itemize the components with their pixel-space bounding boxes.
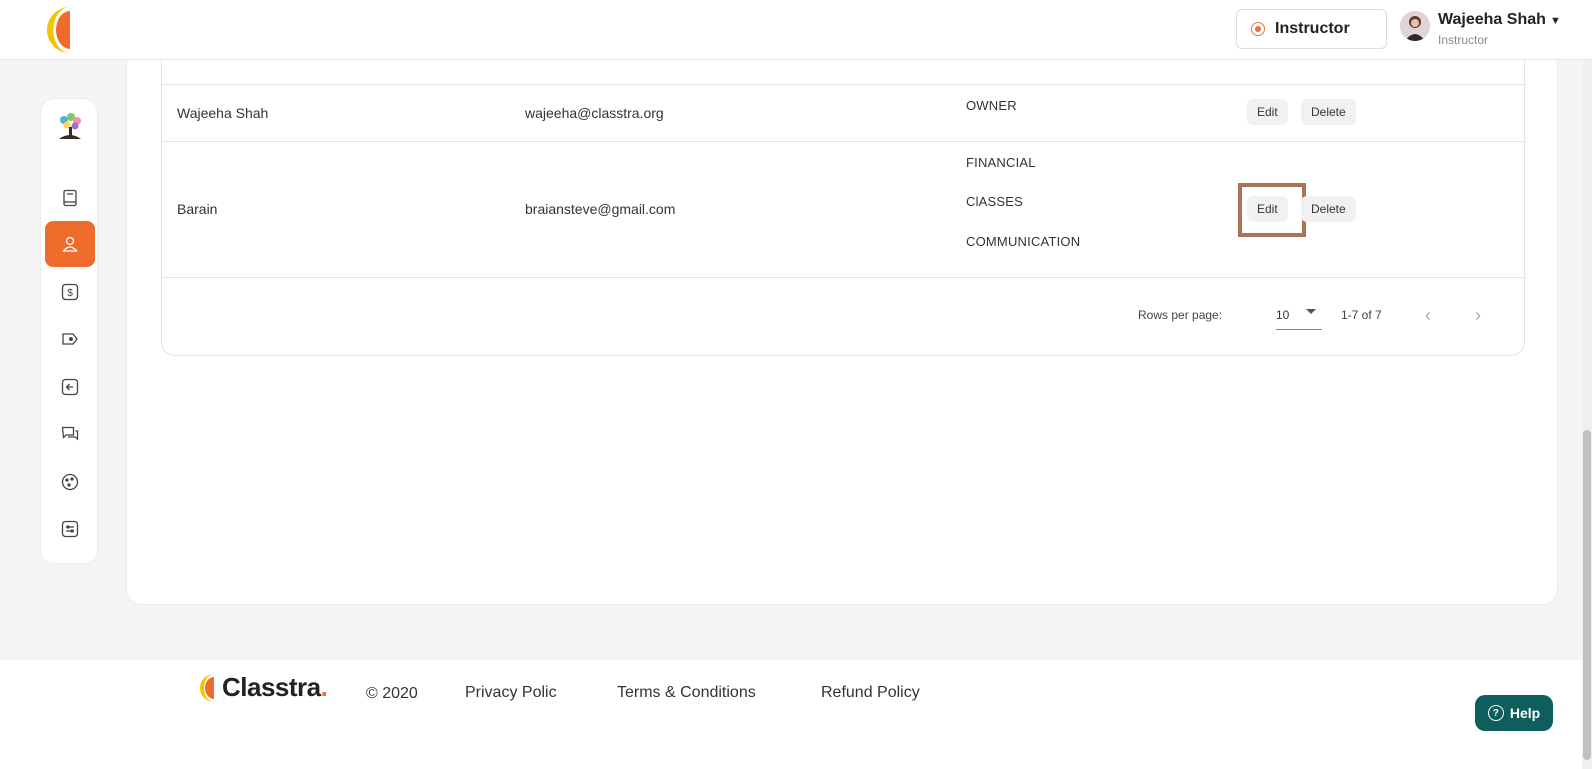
delete-button[interactable]: Delete: [1301, 99, 1356, 125]
svg-text:$: $: [67, 288, 73, 299]
edit-button[interactable]: Edit: [1247, 196, 1288, 222]
permission-label: ClASSES: [966, 194, 1024, 209]
settings-list-icon: [61, 520, 79, 538]
chat-icon: [61, 426, 79, 441]
chevron-left-icon[interactable]: ‹: [1425, 306, 1431, 324]
top-bar: Instructor Wajeeha Shah ▼ Instructor: [0, 0, 1592, 60]
user-icon: [62, 236, 78, 252]
footer: Classtra. © 2020 Privacy Polic Terms & C…: [0, 660, 1592, 769]
sidebar-item-courses[interactable]: [45, 175, 95, 221]
tag-icon: [62, 333, 78, 345]
sidebar-item-users[interactable]: [45, 221, 95, 267]
user-name-cell: Wajeeha Shah: [177, 105, 269, 121]
palette-icon: [61, 473, 79, 491]
user-email-cell: wajeeha@classtra.org: [525, 105, 664, 121]
scrollbar-thumb[interactable]: [1583, 430, 1591, 760]
avatar[interactable]: [1400, 11, 1430, 41]
rows-per-page-label: Rows per page:: [1138, 308, 1223, 322]
caret-down-icon: [1306, 309, 1316, 314]
tree-logo-icon[interactable]: [55, 111, 85, 143]
role-switch-button[interactable]: Instructor: [1236, 9, 1387, 49]
permission-label: FINANCIAL: [966, 155, 1036, 170]
radio-icon: [1251, 22, 1265, 36]
dollar-icon: $: [61, 283, 79, 301]
main-content: Wajeeha Shah wajeeha@classtra.org OWNER …: [126, 60, 1558, 605]
sidebar-item-settings[interactable]: [45, 506, 95, 552]
chevron-right-icon[interactable]: ›: [1475, 306, 1481, 324]
sidebar-item-enrollment[interactable]: [45, 364, 95, 410]
footer-brand-dot: .: [320, 672, 328, 702]
footer-logo[interactable]: Classtra.: [196, 672, 328, 703]
help-button[interactable]: ? Help: [1475, 695, 1553, 731]
permission-label: OWNER: [966, 98, 1017, 113]
user-name-cell: Barain: [177, 201, 218, 217]
permission-label: COMMUNICATION: [966, 234, 1081, 249]
user-role: Instructor: [1438, 33, 1489, 47]
book-icon: [63, 189, 77, 207]
user-email-cell: braiansteve@gmail.com: [525, 201, 676, 217]
sidebar-item-appearance[interactable]: [45, 459, 95, 505]
classtra-logo-icon: [200, 673, 214, 702]
user-name[interactable]: Wajeeha Shah: [1438, 11, 1546, 29]
classtra-logo-icon[interactable]: [40, 5, 76, 55]
sidebar: $: [40, 98, 98, 564]
pagination-range: 1-7 of 7: [1341, 308, 1382, 322]
caret-down-icon[interactable]: ▼: [1550, 15, 1561, 27]
copyright-text: © 2020: [366, 685, 418, 702]
row-divider: [162, 84, 1524, 85]
login-icon: [61, 378, 79, 396]
rows-per-page-value: 10: [1276, 308, 1290, 322]
sidebar-item-messages[interactable]: [45, 411, 95, 457]
row-divider: [162, 141, 1524, 142]
footer-brand: Classtra: [222, 672, 321, 702]
row-divider: [162, 277, 1524, 278]
role-switch-label: Instructor: [1275, 20, 1350, 37]
delete-button[interactable]: Delete: [1301, 196, 1356, 222]
privacy-policy-link[interactable]: Privacy Polic: [465, 684, 557, 702]
help-label: Help: [1509, 705, 1541, 721]
rows-per-page-select[interactable]: 10: [1276, 300, 1322, 330]
question-icon: ?: [1487, 705, 1504, 721]
edit-button[interactable]: Edit: [1247, 99, 1288, 125]
users-table: Wajeeha Shah wajeeha@classtra.org OWNER …: [161, 60, 1525, 356]
sidebar-item-payments[interactable]: $: [45, 269, 95, 315]
terms-link[interactable]: Terms & Conditions: [617, 684, 756, 702]
sidebar-item-coupons[interactable]: [45, 316, 95, 362]
refund-policy-link[interactable]: Refund Policy: [821, 684, 920, 702]
